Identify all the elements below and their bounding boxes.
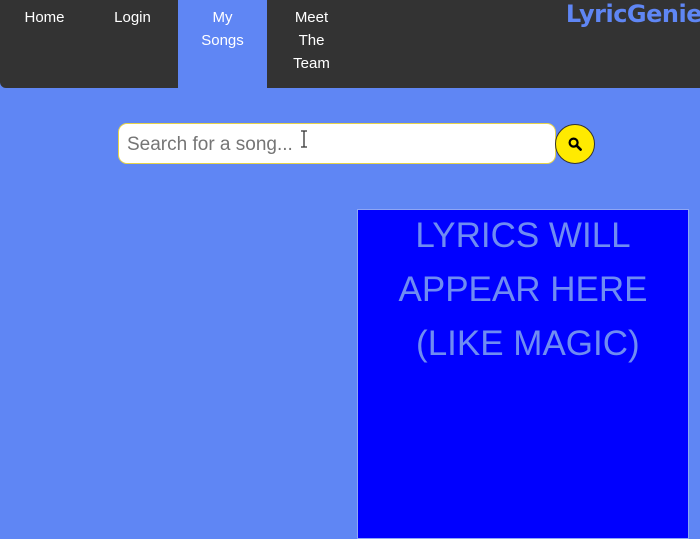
search-icon [568, 137, 582, 151]
brand-logo[interactable]: LyricGenie [566, 0, 700, 28]
lyrics-line: (LIKE MAGIC) [406, 324, 640, 363]
nav-item-login[interactable]: Login [88, 0, 177, 88]
nav-item-home[interactable]: Home [0, 0, 89, 88]
search-input[interactable] [125, 126, 549, 163]
search-button[interactable] [555, 124, 595, 164]
lyrics-line: LYRICS WILL [415, 216, 631, 255]
search-box [118, 123, 556, 164]
top-nav: Home Login My Songs Meet The Team LyricG… [0, 0, 700, 88]
lyrics-placeholder-text: LYRICS WILL APPEAR HERE (LIKE MAGIC) [358, 209, 688, 371]
text-cursor-icon [301, 130, 307, 148]
lyrics-panel: LYRICS WILL APPEAR HERE (LIKE MAGIC) [357, 209, 689, 539]
nav-item-my-songs[interactable]: My Songs [178, 0, 267, 88]
nav-item-meet-the-team[interactable]: Meet The Team [267, 0, 356, 88]
lyrics-line: APPEAR HERE [398, 270, 648, 309]
